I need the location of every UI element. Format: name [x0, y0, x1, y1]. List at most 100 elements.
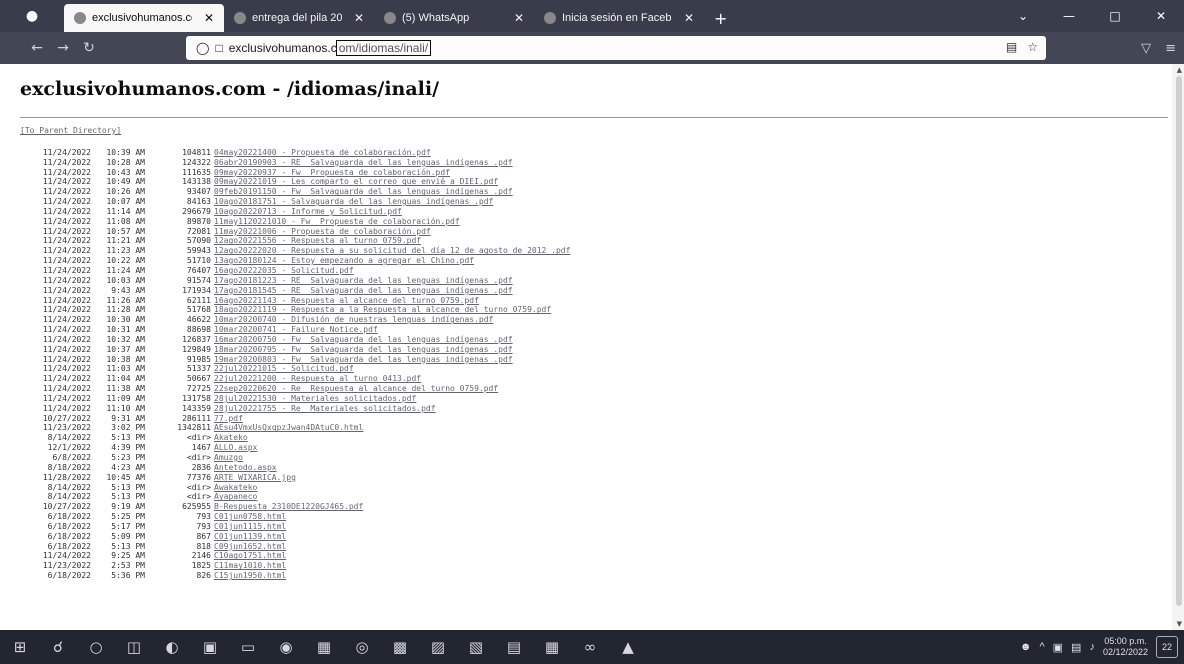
file-link[interactable]: 09may20220937 - Fw Propuesta de colabora…: [211, 168, 450, 178]
reader-view-icon[interactable]: ▤: [1006, 40, 1017, 54]
powerpoint-icon[interactable]: ▨: [424, 633, 452, 661]
file-link[interactable]: 18ago20221119 - Respuesta a la Respuesta…: [211, 305, 551, 315]
close-tab-icon[interactable]: ✕: [514, 11, 524, 25]
file-link[interactable]: 16mar20200750 - Fw Salvaguarda del las l…: [211, 335, 513, 345]
file-link[interactable]: Akateko: [211, 433, 248, 443]
url-bar[interactable]: ◯ □ exclusivohumanos.c om/idiomas/inali/ …: [186, 36, 1046, 60]
file-link[interactable]: 04may20221400 - Propuesta de colaboració…: [211, 148, 431, 158]
file-link[interactable]: C01jun0758.html: [211, 512, 286, 522]
shield-icon[interactable]: ◯: [196, 41, 209, 55]
acrobat-icon[interactable]: ▲: [614, 633, 642, 661]
volume-icon[interactable]: ♪: [1089, 641, 1095, 653]
file-list: 11/24/2022 10:39 AM 104811 04may20221400 - …: [20, 148, 1170, 581]
file-link[interactable]: 17ago20181223 - RE Salvaguarda del las l…: [211, 276, 513, 286]
network-icon[interactable]: ▣: [1053, 641, 1063, 654]
clock[interactable]: 05:00 p.m. 02/12/2022: [1103, 636, 1148, 658]
close-tab-icon[interactable]: ✕: [354, 11, 364, 25]
file-link[interactable]: 10ago20181751 - Salvaguarda del las leng…: [211, 197, 493, 207]
firefox-logo-icon[interactable]: ●: [0, 0, 64, 32]
file-link[interactable]: 11may1120221010 - Fw Propuesta de colabo…: [211, 217, 460, 227]
file-link[interactable]: 10mar20200740 - Difusión de nuestras len…: [211, 315, 493, 325]
bookmark-star-icon[interactable]: ☆: [1027, 40, 1038, 54]
file-link[interactable]: 13ago20180124 - Estoy empezando a agrega…: [211, 256, 474, 266]
file-link[interactable]: 12ago20221556 - Respuesta al turno 0759.…: [211, 236, 421, 246]
start-button[interactable]: ⊞: [6, 633, 34, 661]
file-link[interactable]: Antetodo.aspx: [211, 463, 277, 473]
file-link[interactable]: Amuzgo: [211, 453, 243, 463]
file-link[interactable]: 18mar20200795 - Fw Salvaguarda del las l…: [211, 345, 513, 355]
file-link[interactable]: 11may20221006 - Propuesta de colaboració…: [211, 227, 431, 237]
file-link[interactable]: 10ago20220713 - Informe y Solicitud.pdf: [211, 207, 402, 217]
parent-directory-link[interactable]: [To Parent Directory]: [20, 126, 1170, 136]
file-link[interactable]: 77.pdf: [211, 414, 243, 424]
calculator-icon[interactable]: ▦: [538, 633, 566, 661]
tab-2[interactable]: (5) WhatsApp ✕: [374, 4, 534, 32]
file-link[interactable]: 06abr20190903 - RE Salvaguarda del las l…: [211, 158, 513, 168]
new-tab-button[interactable]: +: [704, 4, 737, 32]
file-explorer-icon[interactable]: ▭: [234, 633, 262, 661]
facebook-icon: [544, 12, 556, 24]
file-link[interactable]: 12ago20222020 - Respuesta a su solicitud…: [211, 246, 570, 256]
minimize-button[interactable]: —: [1046, 0, 1092, 32]
file-link[interactable]: 28jul20221755 - Re Materiales solicitado…: [211, 404, 436, 414]
tab-list-chevron-icon[interactable]: ⌄: [1000, 0, 1046, 32]
maximize-button[interactable]: □: [1092, 0, 1138, 32]
file-link[interactable]: C11may1010.html: [211, 561, 286, 571]
menu-icon[interactable]: ≡: [1165, 41, 1176, 56]
word-icon[interactable]: ▤: [500, 633, 528, 661]
file-link[interactable]: ARTE WIXARICA.jpg: [211, 473, 296, 483]
notification-center-button[interactable]: 22: [1156, 636, 1178, 658]
user-icon[interactable]: ☻: [1020, 641, 1032, 653]
file-link[interactable]: 10mar20200741 - Failure Notice.pdf: [211, 325, 378, 335]
language-icon[interactable]: ▤: [1071, 641, 1081, 654]
tab-1[interactable]: entrega del pila 2022 - Buscar cr ✕: [224, 4, 374, 32]
excel-icon[interactable]: ▩: [386, 633, 414, 661]
forward-button[interactable]: →: [50, 35, 76, 61]
file-link[interactable]: Awakateko: [211, 483, 257, 493]
file-link[interactable]: C01jun1115.html: [211, 522, 286, 532]
scroll-thumb[interactable]: [1176, 76, 1182, 606]
tab-3[interactable]: Inicia sesión en Facebook ✕: [534, 4, 704, 32]
file-link[interactable]: C10ago1751.html: [211, 551, 286, 561]
file-link[interactable]: Ayapaneco: [211, 492, 257, 502]
store-icon[interactable]: ▣: [196, 633, 224, 661]
tray-chevron-icon[interactable]: ^: [1039, 641, 1044, 653]
page-scrollbar[interactable]: ▲ ▼: [1172, 64, 1184, 630]
file-link[interactable]: AEsu4VmxUsQxqpzJwan4DAtuC0.html: [211, 423, 363, 433]
pocket-icon[interactable]: ▽: [1141, 41, 1151, 56]
edge-icon[interactable]: ◐: [158, 633, 186, 661]
file-link[interactable]: 09feb20191150 - Fw Salvaguarda del las l…: [211, 187, 513, 197]
file-link[interactable]: 16ago20221143 - Respuesta al alcance del…: [211, 296, 479, 306]
file-link[interactable]: 19mar20200803 - Fw Salvaguarda del las l…: [211, 355, 513, 365]
file-link[interactable]: C09jun1652.html: [211, 542, 286, 552]
file-link[interactable]: 16ago20222035 - Solicitud.pdf: [211, 266, 354, 276]
file-link[interactable]: 22jul20221015 - Solicitud.pdf: [211, 364, 354, 374]
creative-cloud-icon[interactable]: ∞: [576, 633, 604, 661]
close-tab-icon[interactable]: ✕: [684, 11, 694, 25]
file-link[interactable]: 09may20221019 - Les comparto el correo q…: [211, 177, 498, 187]
file-link[interactable]: 22jul20221200 - Respuesta al turno 0413.…: [211, 374, 421, 384]
calendar-icon[interactable]: ▦: [310, 633, 338, 661]
file-link[interactable]: C01jun1139.html: [211, 532, 286, 542]
file-link[interactable]: 17ago20181545 - RE Salvaguarda del las l…: [211, 286, 513, 296]
file-link[interactable]: 22sep20220620 - Re Respuesta al alcance …: [211, 384, 498, 394]
chrome-icon[interactable]: ◎: [348, 633, 376, 661]
scroll-up-icon[interactable]: ▲: [1177, 66, 1182, 74]
tab-0[interactable]: exclusivohumanos.com - /idi ✕: [64, 4, 224, 32]
close-window-button[interactable]: ✕: [1138, 0, 1184, 32]
lock-icon[interactable]: □: [215, 41, 222, 55]
task-view-icon[interactable]: ◫: [120, 633, 148, 661]
scroll-down-icon[interactable]: ▼: [1177, 620, 1182, 628]
firefox-taskbar-icon[interactable]: ◉: [272, 633, 300, 661]
reload-button[interactable]: ↻: [76, 35, 102, 61]
search-icon[interactable]: ☌: [44, 633, 72, 661]
file-link[interactable]: C15jun1950.html: [211, 571, 286, 581]
row-size: 57090: [186, 236, 211, 246]
outlook-icon[interactable]: ▧: [462, 633, 490, 661]
back-button[interactable]: ←: [24, 35, 50, 61]
file-link[interactable]: B-Respuesta 2310DE1220GJ465.pdf: [211, 502, 363, 512]
close-tab-icon[interactable]: ✕: [204, 11, 214, 25]
file-link[interactable]: ALLO.aspx: [211, 443, 257, 453]
cortana-icon[interactable]: ○: [82, 633, 110, 661]
file-link[interactable]: 28jul20221530 - Materiales solicitados.p…: [211, 394, 416, 404]
